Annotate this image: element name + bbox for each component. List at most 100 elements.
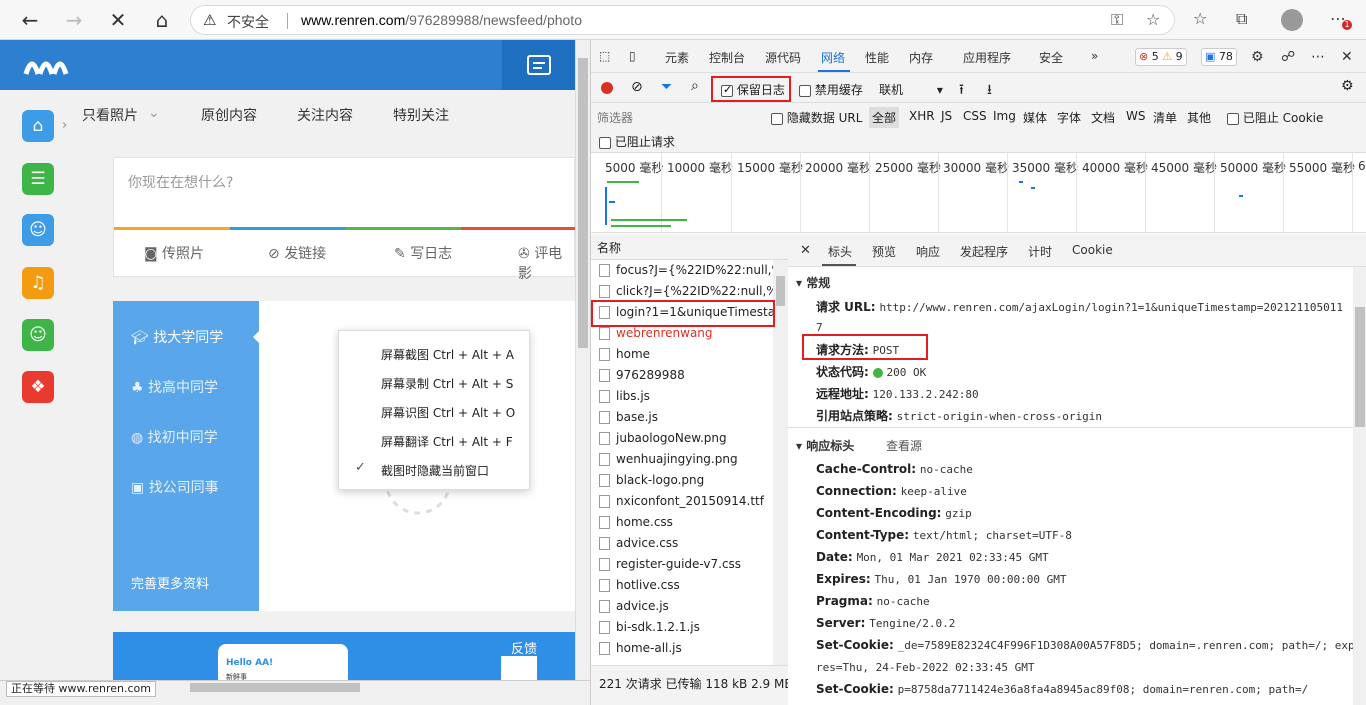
- people-nav-icon[interactable]: ☺: [22, 319, 54, 351]
- request-row[interactable]: home-all.js: [591, 638, 773, 659]
- chevron-right-icon[interactable]: ›: [62, 118, 67, 133]
- scrollbar-thumb[interactable]: [1355, 307, 1365, 427]
- hide-data-url-checkbox[interactable]: 隐藏数据 URL: [771, 109, 862, 126]
- request-row[interactable]: advice.css: [591, 533, 773, 554]
- tab-photos-only[interactable]: 只看照片: [82, 105, 138, 125]
- write-blog-button[interactable]: ✎ 写日志: [394, 243, 452, 263]
- games-nav-icon[interactable]: ♫: [22, 267, 54, 299]
- request-row[interactable]: libs.js: [591, 386, 773, 407]
- key-icon[interactable]: ⚿: [1111, 10, 1123, 30]
- home-icon[interactable]: ⌂: [148, 6, 176, 34]
- response-headers-toggle[interactable]: ▾ 响应标头: [796, 437, 854, 454]
- tab-special[interactable]: 特别关注: [393, 105, 449, 125]
- request-row[interactable]: base.js: [591, 407, 773, 428]
- more-options-icon[interactable]: ⋯: [1311, 49, 1325, 65]
- close-devtools-icon[interactable]: ✕: [1341, 49, 1353, 65]
- request-row[interactable]: advice.js: [591, 596, 773, 617]
- address-bar[interactable]: ⚠ 不安全 www.renren.com/976289988/newsfeed/…: [190, 5, 1175, 35]
- tab-preview[interactable]: 预览: [872, 243, 896, 260]
- horizontal-scrollbar-thumb[interactable]: [190, 683, 360, 692]
- request-row[interactable]: jubaologoNew.png: [591, 428, 773, 449]
- request-row[interactable]: nxiconfont_20150914.ttf: [591, 491, 773, 512]
- throttle-select[interactable]: 联机 ▾: [879, 81, 943, 98]
- request-row[interactable]: bi-sdk.1.2.1.js: [591, 617, 773, 638]
- page-scrollbar[interactable]: [575, 40, 590, 680]
- tab-security[interactable]: 安全: [1039, 49, 1063, 66]
- inspect-icon[interactable]: ⬚: [599, 49, 610, 63]
- request-row[interactable]: home: [591, 344, 773, 365]
- name-column-header[interactable]: 名称: [591, 234, 788, 260]
- filter-icon[interactable]: ⏷: [661, 79, 672, 95]
- issues-badge[interactable]: ⊗ 5 ⚠ 9: [1135, 48, 1187, 66]
- feedback-label[interactable]: 反馈: [511, 638, 537, 657]
- filter-type-media[interactable]: 媒体: [1023, 109, 1047, 126]
- tab-console[interactable]: 控制台: [709, 49, 745, 66]
- filter-type-js[interactable]: JS: [941, 109, 952, 123]
- status-composer[interactable]: 你现在在想什么? ◙ 传照片 ⊘ 发链接 ✎ 写日志 ✇ 评电影: [113, 157, 575, 282]
- tab-performance[interactable]: 性能: [865, 49, 889, 66]
- friends-nav-icon[interactable]: ☺: [22, 214, 54, 246]
- settings-gear-icon[interactable]: ⚙: [1251, 49, 1264, 65]
- tab-original[interactable]: 原创内容: [201, 105, 257, 125]
- filter-type-manifest[interactable]: 清单: [1153, 109, 1177, 126]
- favorite-add-icon[interactable]: ☆: [1146, 10, 1160, 29]
- app-banner[interactable]: Hello AA! 新鲜事 反馈: [113, 632, 575, 680]
- find-colleague-item[interactable]: ▣ 找公司同事: [131, 477, 219, 497]
- close-detail-icon[interactable]: ✕: [800, 243, 811, 258]
- message-button[interactable]: [502, 40, 575, 90]
- tab-memory[interactable]: 内存: [909, 49, 933, 66]
- tab-timing[interactable]: 计时: [1028, 243, 1052, 260]
- tab-cookies[interactable]: Cookie: [1072, 243, 1113, 257]
- request-row[interactable]: home.css: [591, 512, 773, 533]
- tab-following[interactable]: 关注内容: [297, 105, 353, 125]
- post-link-button[interactable]: ⊘ 发链接: [268, 243, 326, 263]
- general-section-toggle[interactable]: ▾ 常规: [796, 274, 830, 291]
- chevron-down-icon[interactable]: ⌄: [148, 105, 160, 121]
- menu-item-screen-translate[interactable]: 屏幕翻译 Ctrl + Alt + F: [381, 433, 513, 450]
- find-middleschool-item[interactable]: ◍ 找初中同学: [131, 427, 218, 447]
- profile-avatar[interactable]: [1281, 9, 1303, 31]
- upload-photo-button[interactable]: ◙ 传照片: [144, 243, 204, 263]
- more-tabs-icon[interactable]: »: [1091, 49, 1098, 63]
- profile-nav-icon[interactable]: ☰: [22, 163, 54, 195]
- favorites-icon[interactable]: ☆: [1193, 9, 1207, 28]
- stop-loading-icon[interactable]: ✕: [104, 6, 132, 34]
- menu-item-screen-record[interactable]: 屏幕录制 Ctrl + Alt + S: [381, 375, 513, 392]
- feedback-icon[interactable]: ☍: [1281, 49, 1295, 65]
- url-text[interactable]: www.renren.com/976289988/newsfeed/photo: [301, 12, 582, 28]
- request-list-scrollbar[interactable]: [773, 260, 788, 665]
- request-row[interactable]: 976289988: [591, 365, 773, 386]
- search-icon[interactable]: ⌕: [691, 78, 699, 94]
- import-har-icon[interactable]: ⭱: [959, 79, 964, 103]
- scrollbar-thumb[interactable]: [776, 276, 785, 306]
- request-row[interactable]: hotlive.css: [591, 575, 773, 596]
- request-row[interactable]: register-guide-v7.css: [591, 554, 773, 575]
- filter-type-ws[interactable]: WS: [1126, 109, 1145, 123]
- tab-elements[interactable]: 元素: [665, 49, 689, 66]
- request-row[interactable]: focus?J={%22ID%22:null,%22...: [591, 260, 773, 281]
- filter-type-all[interactable]: 全部: [869, 107, 900, 128]
- filter-type-other[interactable]: 其他: [1187, 109, 1211, 126]
- find-highschool-item[interactable]: ♣ 找高中同学: [131, 377, 218, 397]
- scrollbar-thumb[interactable]: [578, 58, 588, 348]
- disable-cache-checkbox[interactable]: 禁用缓存: [799, 81, 863, 98]
- request-row[interactable]: black-logo.png: [591, 470, 773, 491]
- detail-scrollbar[interactable]: [1353, 267, 1366, 705]
- tab-headers[interactable]: 标头: [828, 243, 852, 260]
- forward-icon[interactable]: →: [60, 6, 88, 34]
- request-row[interactable]: click?J={%22ID%22:null,%22R...: [591, 281, 773, 302]
- filter-type-img[interactable]: Img: [993, 109, 1016, 123]
- filter-type-doc[interactable]: 文档: [1091, 109, 1115, 126]
- menu-item-image-recognition[interactable]: 屏幕识图 Ctrl + Alt + O: [381, 404, 515, 421]
- home-nav-icon[interactable]: ⌂: [22, 110, 54, 142]
- collections-icon[interactable]: ⧉: [1236, 9, 1247, 29]
- record-icon[interactable]: [601, 82, 613, 94]
- network-settings-icon[interactable]: ⚙: [1341, 78, 1354, 94]
- apps-nav-icon[interactable]: ❖: [22, 371, 54, 403]
- complete-profile-link[interactable]: 完善更多资料: [131, 573, 209, 592]
- clear-icon[interactable]: ⊘: [631, 79, 643, 95]
- find-university-item[interactable]: 🎓︎ 找大学同学: [131, 327, 223, 347]
- view-source-link[interactable]: 查看源: [886, 437, 922, 454]
- tab-sources[interactable]: 源代码: [765, 49, 801, 66]
- network-timeline[interactable]: 5000 毫秒 10000 毫秒 15000 毫秒 20000 毫秒 25000…: [591, 153, 1366, 233]
